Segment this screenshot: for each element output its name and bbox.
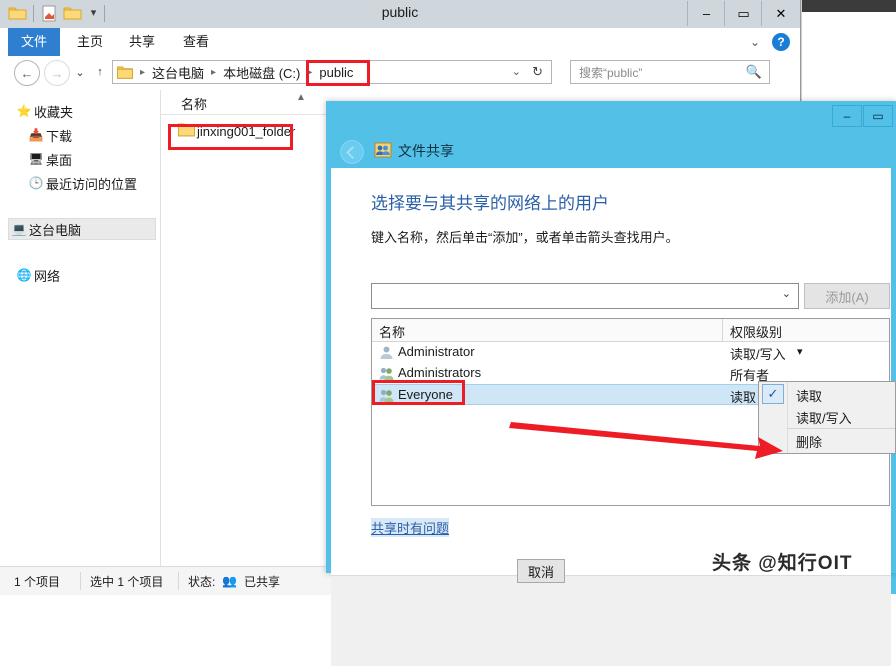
user-icon [379,345,394,360]
recent-places-icon: 🕒 [26,176,46,190]
navigation-pane[interactable]: ⭐ 收藏夹 📥 下载 🖥 桌面 🕒 最近访问的位置 💻 这台电脑 🌐 网络 [0,90,161,566]
sidebar-item-recent-places[interactable]: 🕒 最近访问的位置 [26,172,137,194]
dialog-minimize-button[interactable]: – [832,105,862,127]
cancel-button[interactable]: 取消 [517,559,565,583]
recent-locations-button[interactable]: ⌄ [70,60,90,84]
menu-separator [788,428,895,429]
maximize-button[interactable]: ▭ [724,1,762,26]
add-button[interactable]: 添加(A) [804,283,890,309]
sort-ascending-icon: ▲ [296,92,306,103]
sidebar-item-desktop[interactable]: 🖥 桌面 [26,148,72,170]
search-input[interactable]: 搜索“public” 🔍 [570,60,770,84]
sidebar-item-label: 下载 [46,126,72,145]
tab-file[interactable]: 文件 [8,28,60,56]
permission-level: 读取/写入 [730,344,786,363]
back-arrow-icon[interactable] [340,140,364,164]
dialog-title: 文件共享 [398,141,454,161]
status-state-value: 已共享 [244,573,280,590]
address-bar-row[interactable]: ← → ⌄ ↑ ▸ 这台电脑 ▸ 本地磁盘 (C:) ▸ public ⌄ ↻ … [0,56,800,88]
chevron-down-icon[interactable]: ⌄ [750,28,760,56]
table-header-row: 名称 权限级别 [372,319,889,342]
menu-item-read[interactable]: 读取 [788,384,822,406]
tab-share[interactable]: 共享 [118,28,166,56]
search-icon[interactable]: 🔍 [746,64,762,80]
back-button[interactable]: ← [14,60,40,86]
sidebar-item-network[interactable]: 🌐 网络 [14,264,60,286]
help-button[interactable]: ? [772,33,790,51]
chevron-down-icon[interactable]: ⌄ [782,287,791,300]
tab-view[interactable]: 查看 [172,28,220,56]
sidebar-item-label: 桌面 [46,150,72,169]
dialog-titlebar[interactable]: – ▭ [326,101,896,137]
user-name: Administrators [398,365,481,380]
user-name: Administrator [398,344,475,359]
status-item-count: 1 个项目 [14,573,60,590]
refresh-icon[interactable]: ↻ [532,61,543,83]
sidebar-item-label: 收藏夹 [34,102,73,121]
sidebar-item-downloads[interactable]: 📥 下载 [26,124,72,146]
check-icon: ✓ [762,384,784,404]
breadcrumb-this-pc[interactable]: 这台电脑 [150,63,206,82]
folder-icon [117,65,135,79]
sidebar-item-label: 网络 [34,266,60,285]
breadcrumb-separator: ▸ [206,67,221,78]
menu-item-read-write[interactable]: 读取/写入 [788,406,852,428]
quick-access-toolbar[interactable]: ▾ public – ▭ ✕ [0,0,800,28]
sharing-problems-link[interactable]: 共享时有问题 [371,518,449,537]
table-row[interactable]: Administrator 读取/写入 ▾ [372,342,889,363]
sidebar-item-label: 这台电脑 [29,220,81,239]
breadcrumb-separator: ▸ [135,67,150,78]
red-arrow-annotation [505,410,790,460]
close-button[interactable]: ✕ [761,1,800,26]
status-state-label: 状态: [188,573,215,590]
status-selected-count: 选中 1 个项目 [90,573,163,590]
column-header-name[interactable]: 名称 [181,94,207,113]
table-header-name: 名称 [379,322,405,341]
file-sharing-icon [374,141,392,159]
dialog-subtext: 键入名称，然后单击“添加”，或者单击箭头查找用户。 [371,227,679,246]
permission-level: 读取 [730,387,756,406]
dialog-maximize-button[interactable]: ▭ [863,105,893,127]
breadcrumb-local-disk-c[interactable]: 本地磁盘 (C:) [221,63,302,82]
ribbon-tab-bar[interactable]: 文件 主页 共享 查看 ⌄ ? [0,28,800,57]
forward-button[interactable]: → [44,60,70,86]
desktop-icon: 🖥 [26,152,46,166]
group-icon [379,366,394,381]
table-header-divider [722,319,723,341]
sidebar-item-favorites[interactable]: ⭐ 收藏夹 [14,100,73,122]
table-header-permission: 权限级别 [730,322,782,341]
up-button[interactable]: ↑ [90,60,110,84]
permission-dropdown-caret[interactable]: ▾ [797,345,803,358]
status-divider [178,572,179,590]
sidebar-item-this-pc[interactable]: 💻 这台电脑 [8,218,156,240]
file-sharing-dialog[interactable]: – ▭ 文件共享 选择要与其共享的网络上的用户 键入名称，然后单击“添加”，或者… [326,101,896,573]
user-combobox[interactable]: ⌄ [371,283,799,309]
minimize-button[interactable]: – [687,1,725,26]
menu-item-remove[interactable]: 删除 [788,430,822,452]
watermark-text: 头条 @知行OIT [712,548,852,575]
computer-icon: 💻 [9,222,29,236]
highlight-breadcrumb-public [306,60,370,86]
download-icon: 📥 [26,128,46,142]
highlight-everyone-row [372,380,465,405]
window-title: public [0,4,800,20]
highlight-folder-item [168,124,293,150]
search-placeholder: 搜索“public” [579,64,642,81]
sidebar-item-label: 最近访问的位置 [46,174,137,193]
tab-home[interactable]: 主页 [66,28,114,56]
dialog-footer [331,575,891,666]
status-divider [80,572,81,590]
shared-users-icon: 👥 [222,574,237,588]
star-icon: ⭐ [14,104,34,118]
network-icon: 🌐 [14,268,34,282]
chevron-down-icon[interactable]: ⌄ [512,61,521,83]
dialog-heading: 选择要与其共享的网络上的用户 [371,189,609,214]
